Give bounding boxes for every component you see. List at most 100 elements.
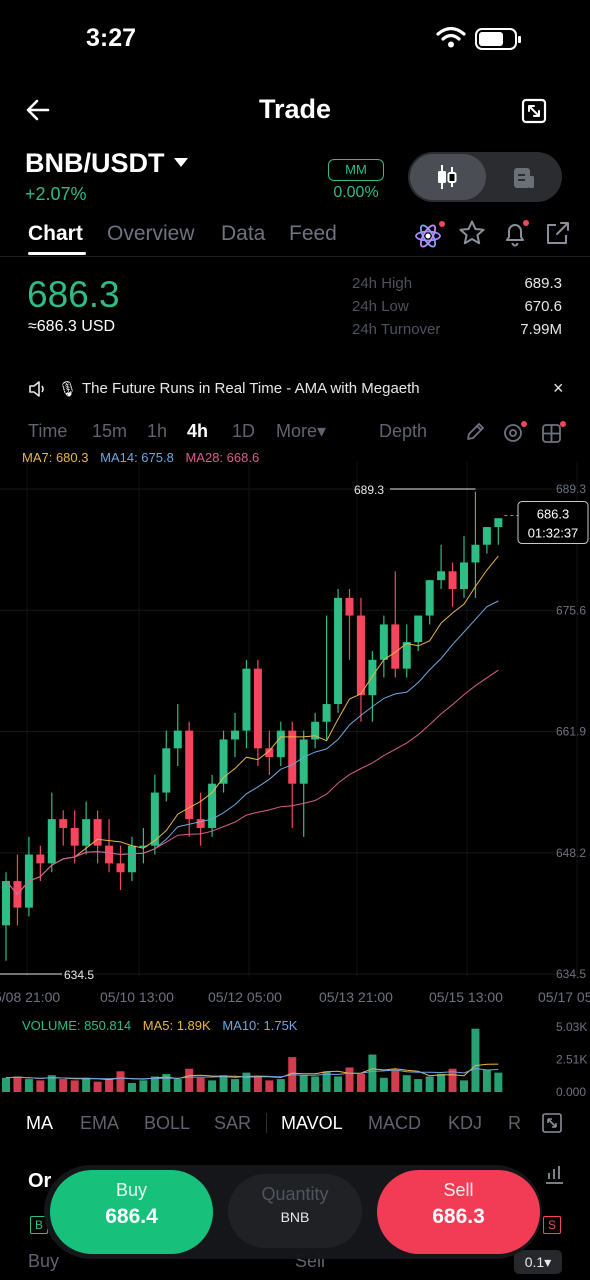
candle-body xyxy=(391,624,400,669)
indicator-ema[interactable]: EMA xyxy=(80,1113,119,1134)
pair-dropdown-icon[interactable] xyxy=(174,158,188,167)
volume-bar xyxy=(105,1079,114,1092)
buy-button-price: 686.4 xyxy=(105,1205,158,1228)
candle-body xyxy=(334,597,343,705)
volume-bar xyxy=(437,1073,446,1092)
battery-icon xyxy=(475,28,521,50)
volume-bar xyxy=(219,1075,228,1092)
indicator-ma[interactable]: MA xyxy=(26,1113,53,1134)
pair-name[interactable]: BNB/USDT xyxy=(25,148,165,179)
last-price: 686.3 xyxy=(27,274,120,315)
fullscreen-icon[interactable] xyxy=(521,98,547,124)
candle-body xyxy=(288,730,297,784)
candle-body xyxy=(70,827,79,846)
sell-badge: S xyxy=(543,1216,561,1234)
tab-feed[interactable]: Feed xyxy=(289,222,337,246)
volume-bar xyxy=(276,1079,285,1092)
volume-bar xyxy=(242,1072,251,1092)
candle-body xyxy=(437,571,446,581)
timeframe-15m[interactable]: 15m xyxy=(92,421,127,442)
low-label: 24h Low xyxy=(352,298,409,315)
candle-body xyxy=(208,783,217,828)
favorite-star-icon[interactable] xyxy=(458,219,486,247)
y-tick-label: 634.5 xyxy=(556,967,586,981)
indicator-mavol[interactable]: MAVOL xyxy=(281,1113,343,1134)
indicator-boll[interactable]: BOLL xyxy=(144,1113,190,1134)
layout-grid-icon[interactable] xyxy=(541,421,567,445)
timeframe-1d[interactable]: 1D xyxy=(232,421,255,442)
candle-body xyxy=(231,730,239,740)
candle-countdown: 01:32:37 xyxy=(528,526,579,541)
indicator-more[interactable]: R xyxy=(508,1113,521,1134)
timeframe-4h[interactable]: 4h xyxy=(187,421,208,442)
volume-bar xyxy=(24,1079,33,1092)
volume-legend: VOLUME: 850.814 MA5: 1.89K MA10: 1.75K xyxy=(22,1018,305,1033)
volume-bar xyxy=(82,1077,91,1092)
tab-data[interactable]: Data xyxy=(221,222,265,246)
candle-body xyxy=(299,739,308,784)
order-tab[interactable]: Or xyxy=(28,1170,51,1193)
draw-pencil-icon[interactable] xyxy=(464,421,486,443)
turnover-label: 24h Turnover xyxy=(352,321,441,338)
precision-select[interactable]: 0.1▾ xyxy=(514,1250,562,1274)
y-tick-label: 675.6 xyxy=(556,603,586,617)
candle-body xyxy=(173,730,182,749)
buy-button[interactable]: Buy 686.4 xyxy=(50,1170,213,1254)
alert-bell-icon[interactable] xyxy=(502,219,532,247)
orderbook-buy-header: Buy xyxy=(28,1251,60,1271)
indicator-kdj[interactable]: KDJ xyxy=(448,1113,482,1134)
candlestick-chart[interactable]: 689.3 675.6 661.9 648.2 634.5 689.3 634.5 686.3… xyxy=(0,462,590,1102)
share-icon[interactable] xyxy=(544,221,572,247)
timeframe-1h[interactable]: 1h xyxy=(147,421,167,442)
volume-bar xyxy=(265,1080,274,1092)
sell-button[interactable]: Sell 686.3 xyxy=(377,1170,540,1254)
quantity-input[interactable]: Quantity BNB xyxy=(228,1174,362,1248)
volume-bar xyxy=(425,1076,434,1092)
candle-body xyxy=(368,659,377,696)
tab-overview[interactable]: Overview xyxy=(107,222,195,246)
announcement-text[interactable]: The Future Runs in Real Time - AMA with … xyxy=(82,380,420,397)
y-tick-label: 648.2 xyxy=(556,846,586,860)
indicator-macd[interactable]: MACD xyxy=(368,1113,421,1134)
candle-body xyxy=(356,615,365,696)
max-price-label: 689.3 xyxy=(354,483,384,497)
depth-tab[interactable]: Depth xyxy=(379,421,427,442)
ai-atom-icon[interactable] xyxy=(414,220,446,250)
bar-chart-icon[interactable] xyxy=(543,1163,565,1185)
volume-bar xyxy=(391,1070,400,1092)
quantity-unit: BNB xyxy=(280,1209,310,1225)
timeframe-time[interactable]: Time xyxy=(28,421,67,442)
candle-body xyxy=(36,854,45,864)
wifi-icon xyxy=(436,26,466,48)
x-tick-label: 5/08 21:00 xyxy=(0,989,60,1005)
candle-body xyxy=(47,819,56,864)
volume-tick-label: 5.03K xyxy=(556,1020,587,1034)
volume-bar xyxy=(482,1070,491,1092)
timeframe-more[interactable]: More▾ xyxy=(276,421,326,442)
candle-body xyxy=(448,571,457,590)
candle-body xyxy=(345,597,354,616)
candle-body xyxy=(127,845,136,873)
candle-body xyxy=(414,615,423,643)
mm-badge[interactable]: MM xyxy=(328,159,384,181)
x-tick-label: 05/13 21:00 xyxy=(319,989,393,1005)
pair-change: +2.07% xyxy=(25,184,87,204)
indicator-expand-icon[interactable] xyxy=(541,1112,563,1134)
indicator-settings-icon[interactable] xyxy=(503,421,529,445)
volume-bar xyxy=(402,1075,411,1092)
x-tick-label: 05/12 05:00 xyxy=(208,989,282,1005)
volume-bar xyxy=(196,1077,205,1092)
candle-body xyxy=(242,668,251,731)
indicator-sar[interactable]: SAR xyxy=(214,1113,251,1134)
volume-bar xyxy=(70,1080,79,1092)
quantity-placeholder: Quantity xyxy=(261,1184,329,1204)
y-tick-label: 689.3 xyxy=(556,482,586,496)
sell-button-label: Sell xyxy=(443,1180,474,1200)
volume-bar xyxy=(2,1077,10,1092)
tab-chart[interactable]: Chart xyxy=(28,222,83,246)
orderbook-view-icon[interactable] xyxy=(512,166,536,190)
announcement-close-button[interactable]: × xyxy=(553,378,564,399)
x-tick-label: 05/17 05 xyxy=(538,989,590,1005)
microphone-icon: 🎙 xyxy=(58,381,78,398)
volume-bar xyxy=(414,1079,423,1092)
